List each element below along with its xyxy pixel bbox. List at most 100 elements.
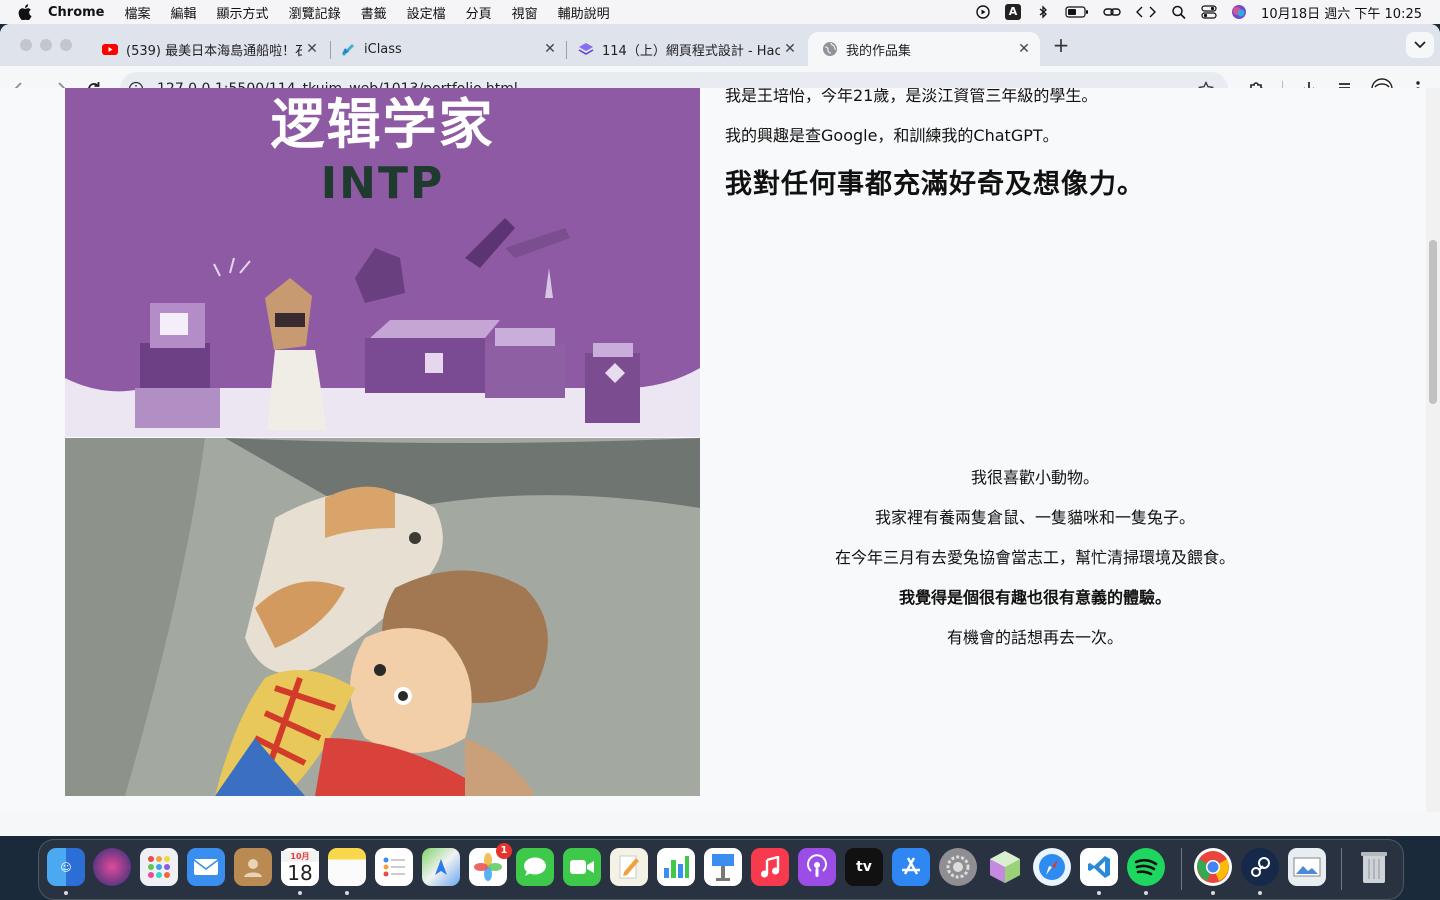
animals-line: 有機會的話想再去一次。 — [946, 628, 1123, 647]
mail-icon[interactable] — [187, 848, 225, 886]
vscode-icon[interactable] — [1080, 848, 1118, 886]
apple-tv-icon[interactable]: tv — [845, 848, 883, 886]
app-store-icon[interactable] — [892, 848, 930, 886]
siri-icon[interactable] — [1231, 4, 1247, 20]
reminders-icon[interactable] — [375, 848, 413, 886]
trash-can-icon — [1361, 852, 1387, 883]
music-note-icon — [761, 856, 780, 878]
tab-hackmd[interactable]: 114（上）網頁程式設計 - Hack ✕ — [564, 32, 806, 66]
menu-tab[interactable]: 分頁 — [466, 3, 492, 22]
chrome-icon[interactable] — [1194, 848, 1232, 886]
a-letter-icon — [902, 857, 920, 875]
checklist-icon — [383, 857, 405, 877]
tab-strip: (539) 最美日本海島通船啦！石 ✕ iClass ✕ 114（上）網頁程式設… — [0, 24, 1440, 66]
code-brackets-icon[interactable] — [1135, 5, 1157, 19]
play-circle-icon[interactable] — [975, 5, 991, 19]
youtube-icon — [102, 44, 118, 55]
globe-icon — [823, 42, 837, 56]
preview-icon[interactable] — [1288, 848, 1326, 886]
curiosity-headline: 我對任何事都充滿好奇及想像力。 — [725, 169, 1145, 200]
keynote-icon[interactable] — [704, 848, 742, 886]
tab-close-icon[interactable]: ✕ — [302, 41, 322, 57]
tab-search-button[interactable] — [1406, 32, 1434, 58]
menubar-clock[interactable]: 10月18日 週六 下午 10:25 — [1261, 3, 1422, 22]
maps-icon[interactable] — [422, 848, 460, 886]
messages-icon[interactable] — [516, 848, 554, 886]
launchpad-icon[interactable] — [140, 848, 178, 886]
navigation-arrow-icon — [435, 859, 447, 875]
page-viewport: 逻辑学家 INTP 我是王培怡，今年21歲，是淡江資管三年級的學生。 我的興趣是… — [0, 88, 1426, 812]
finder-icon[interactable]: ☺ — [47, 848, 85, 886]
calendar-day: 18 — [287, 860, 313, 885]
trash-icon[interactable] — [1355, 848, 1393, 886]
podium-icon — [712, 854, 734, 881]
running-indicator — [1258, 891, 1262, 895]
control-center-icon[interactable] — [1201, 5, 1217, 19]
bluetooth-icon[interactable] — [1035, 5, 1051, 19]
steam-icon[interactable] — [1241, 848, 1279, 886]
facetime-icon[interactable] — [563, 848, 601, 886]
intro-name-text: 我是王培怡，今年21歲，是淡江資管三年級的學生。 — [725, 88, 1098, 105]
menu-view[interactable]: 顯示方式 — [217, 3, 269, 22]
running-indicator — [64, 891, 68, 895]
tab-iclass[interactable]: iClass ✕ — [326, 32, 566, 66]
menu-edit[interactable]: 編輯 — [171, 3, 197, 22]
cat-photo-illustration — [65, 438, 700, 796]
menu-profiles[interactable]: 設定檔 — [407, 3, 446, 22]
bar-chart-icon — [664, 856, 689, 878]
pages-icon[interactable] — [610, 848, 648, 886]
hackmd-icon — [578, 43, 594, 55]
menu-help[interactable]: 輔助說明 — [558, 3, 610, 22]
page-scrollbar[interactable] — [1426, 88, 1440, 812]
apple-menu-icon[interactable] — [18, 4, 32, 20]
running-indicator — [1097, 891, 1101, 895]
code-editor-icon — [1088, 856, 1110, 878]
menu-file[interactable]: 檔案 — [125, 3, 151, 22]
tab-youtube[interactable]: (539) 最美日本海島通船啦！石 ✕ — [88, 32, 328, 66]
input-method-icon[interactable]: A — [1005, 4, 1022, 20]
podcasts-icon[interactable] — [798, 848, 836, 886]
running-indicator — [1144, 891, 1148, 895]
contacts-icon[interactable] — [234, 848, 272, 886]
tab-close-icon[interactable]: ✕ — [540, 41, 560, 57]
gear-icon — [946, 855, 970, 879]
cube-app-icon[interactable] — [986, 848, 1024, 886]
notes-icon[interactable] — [328, 848, 366, 886]
intp-poster-image: 逻辑学家 INTP — [65, 88, 700, 437]
photos-icon[interactable]: 1 — [469, 843, 512, 886]
system-settings-icon[interactable] — [939, 848, 977, 886]
tab-close-icon[interactable]: ✕ — [1014, 41, 1034, 57]
new-tab-button[interactable]: + — [1050, 34, 1072, 56]
logician-illustration — [65, 218, 700, 437]
spotify-icon[interactable] — [1127, 848, 1165, 886]
scrollbar-thumb[interactable] — [1429, 240, 1437, 404]
chrome-logo-icon — [1197, 851, 1229, 883]
dock-separator — [1181, 848, 1182, 890]
window-minimize-button[interactable] — [40, 39, 52, 51]
music-icon[interactable] — [751, 848, 789, 886]
menu-window[interactable]: 視窗 — [512, 3, 538, 22]
dock-separator — [1341, 848, 1342, 890]
compass-icon — [1039, 854, 1065, 880]
macos-dock: ☺ 10月 18 1 tv — [38, 839, 1404, 900]
menu-app-name[interactable]: Chrome — [48, 5, 105, 20]
spotlight-search-icon[interactable] — [1171, 5, 1187, 19]
calendar-icon[interactable]: 10月 18 — [281, 848, 319, 886]
envelope-icon — [193, 859, 219, 875]
siri-icon[interactable] — [93, 848, 131, 886]
image-viewer-icon — [1293, 857, 1321, 877]
podcast-icon — [807, 854, 827, 877]
cat-with-plush-photo — [65, 438, 700, 796]
tab-close-icon[interactable]: ✕ — [780, 41, 800, 57]
window-zoom-button[interactable] — [60, 39, 72, 51]
window-close-button[interactable] — [20, 39, 32, 51]
speech-bubble-icon — [524, 857, 546, 876]
person-icon — [244, 859, 262, 877]
link-icon[interactable] — [1103, 5, 1121, 19]
battery-icon[interactable] — [1065, 5, 1089, 19]
menu-history[interactable]: 瀏覽記錄 — [289, 3, 341, 22]
safari-icon[interactable] — [1033, 848, 1071, 886]
tab-portfolio[interactable]: 我的作品集 ✕ — [808, 32, 1040, 66]
menu-bookmarks[interactable]: 書籤 — [361, 3, 387, 22]
numbers-icon[interactable] — [657, 848, 695, 886]
